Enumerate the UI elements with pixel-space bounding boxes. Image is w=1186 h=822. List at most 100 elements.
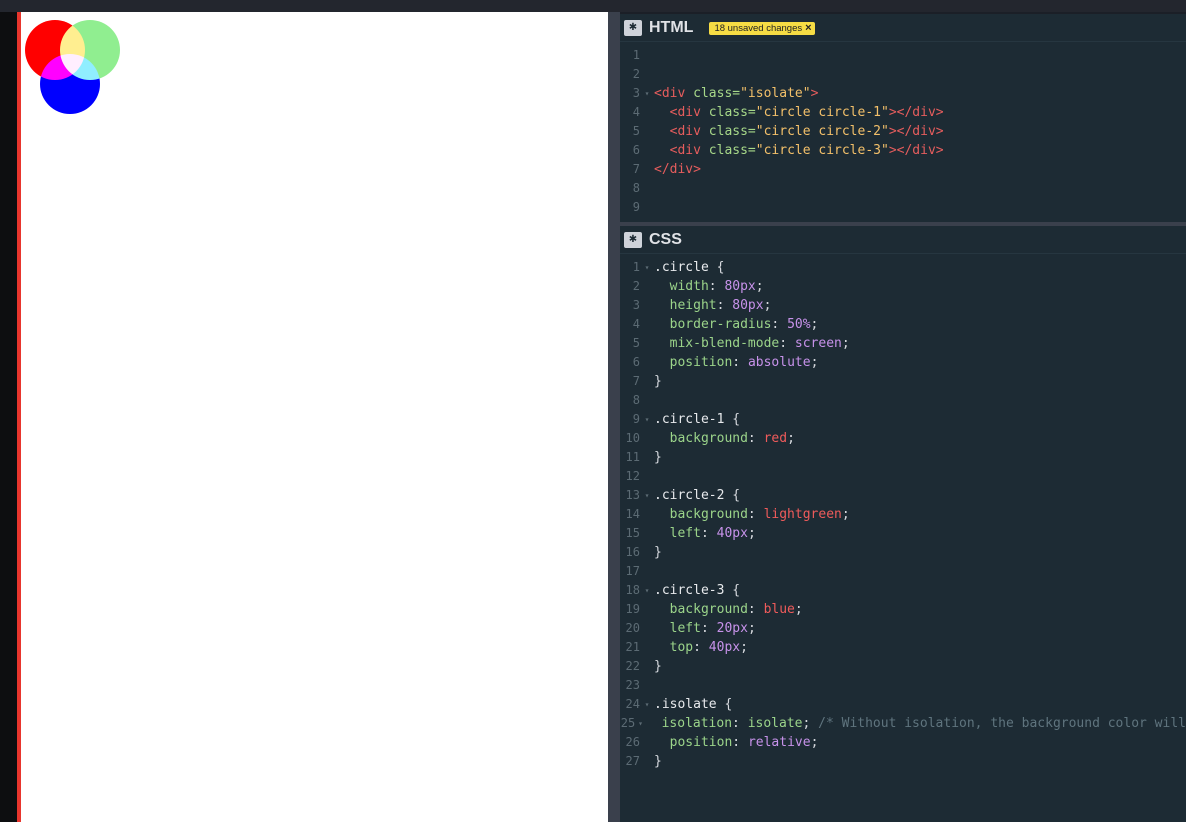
code-text: .circle-1 { — [654, 410, 740, 429]
code-token: left — [654, 621, 701, 636]
code-token: <div — [654, 86, 694, 101]
line-number: 8 — [632, 393, 640, 407]
code-token: class= — [693, 86, 741, 101]
code-line[interactable]: 6 <div class="circle circle-3"></div> — [620, 141, 1186, 160]
code-line[interactable]: 9 ▾ .circle-1 { — [620, 410, 1186, 429]
code-line[interactable]: 9 — [620, 198, 1186, 217]
code-token: { — [724, 697, 733, 712]
line-number: 12 — [625, 469, 640, 483]
code-line[interactable]: 12 — [620, 467, 1186, 486]
code-line[interactable]: 11} — [620, 448, 1186, 467]
code-line[interactable]: 7} — [620, 372, 1186, 391]
code-token: 40px — [716, 526, 748, 541]
code-line[interactable]: 22} — [620, 657, 1186, 676]
code-token: : — [716, 298, 733, 313]
fold-arrow-icon[interactable]: ▾ — [640, 258, 654, 277]
code-token: ; — [802, 716, 819, 731]
html-panel-header: ✱ HTML 18 unsaved changes × — [620, 14, 1186, 42]
css-editor-panel: ✱ CSS 1 ▾ .circle {2 width: 80px; 3 height:… — [620, 226, 1186, 822]
code-line[interactable]: 5 mix-blend-mode: screen; — [620, 334, 1186, 353]
code-line[interactable]: 1 — [620, 46, 1186, 65]
code-line[interactable]: 25 ▾ isolation: isolate; /* Without isola… — [620, 714, 1186, 733]
code-line[interactable]: 6 position: absolute; — [620, 353, 1186, 372]
code-token: class= — [708, 143, 756, 158]
code-line[interactable]: 5 <div class="circle circle-2"></div> — [620, 122, 1186, 141]
css-panel-header: ✱ CSS — [620, 226, 1186, 254]
code-token: > — [810, 86, 819, 101]
code-line[interactable]: 8 — [620, 179, 1186, 198]
fold-arrow-icon[interactable]: ▾ — [640, 410, 654, 429]
code-line[interactable]: 14 background: lightgreen; — [620, 505, 1186, 524]
code-line[interactable]: 18 ▾ .circle-3 { — [620, 581, 1186, 600]
line-number: 27 — [625, 754, 640, 768]
code-line[interactable]: 1 ▾ .circle { — [620, 258, 1186, 277]
fold-arrow-icon[interactable]: ▾ — [635, 714, 646, 733]
unsaved-changes-badge[interactable]: 18 unsaved changes × — [709, 21, 815, 35]
line-number: 7 — [632, 162, 640, 176]
code-text: <div class="circle circle-1"></div> — [654, 103, 944, 122]
line-number: 20 — [625, 621, 640, 635]
fold-arrow-icon[interactable]: ▾ — [640, 84, 654, 103]
code-token: } — [654, 450, 662, 465]
fold-arrow-icon[interactable]: ▾ — [640, 581, 654, 600]
code-line[interactable]: 10 background: red; — [620, 429, 1186, 448]
code-text: } — [654, 448, 662, 467]
code-token: <div — [669, 143, 709, 158]
code-line[interactable]: 8 — [620, 391, 1186, 410]
fold-arrow-icon[interactable]: ▾ — [640, 486, 654, 505]
code-text: </div> — [654, 160, 701, 179]
code-line[interactable]: 23 — [620, 676, 1186, 695]
code-text: position: relative; — [654, 733, 819, 752]
code-token: ></div> — [888, 143, 944, 158]
code-line[interactable]: 27} — [620, 752, 1186, 771]
gear-icon[interactable]: ✱ — [624, 232, 642, 248]
code-text: isolation: isolate; /* Without isolation… — [646, 714, 1186, 733]
code-line[interactable]: 2 width: 80px; — [620, 277, 1186, 296]
badge-text: 18 unsaved changes — [714, 22, 803, 34]
gear-icon[interactable]: ✱ — [624, 20, 642, 36]
code-token: ; — [755, 279, 764, 294]
line-number: 3 — [632, 86, 640, 100]
code-line[interactable]: 24 ▾ .isolate { — [620, 695, 1186, 714]
close-icon[interactable]: × — [805, 22, 811, 34]
code-line[interactable]: 15 left: 40px; — [620, 524, 1186, 543]
line-number: 24 — [625, 697, 640, 711]
code-token: .circle — [654, 260, 717, 275]
code-line[interactable]: 3 ▾ <div class="isolate"> — [620, 84, 1186, 103]
code-line[interactable]: 4 <div class="circle circle-1"></div> — [620, 103, 1186, 122]
html-editor-panel: ✱ HTML 18 unsaved changes × 1 2 3 ▾ <div cla… — [620, 14, 1186, 222]
code-token: ; — [747, 621, 756, 636]
code-line[interactable]: 3 height: 80px; — [620, 296, 1186, 315]
line-number: 21 — [625, 640, 640, 654]
resize-gutter[interactable] — [608, 12, 620, 822]
code-line[interactable]: 7 </div> — [620, 160, 1186, 179]
code-line[interactable]: 21 top: 40px; — [620, 638, 1186, 657]
fold-arrow-icon[interactable]: ▾ — [640, 695, 654, 714]
code-line[interactable]: 4 border-radius: 50%; — [620, 315, 1186, 334]
code-line[interactable]: 16} — [620, 543, 1186, 562]
code-line[interactable]: 17 — [620, 562, 1186, 581]
code-line[interactable]: 26 position: relative; — [620, 733, 1186, 752]
circle-blue — [40, 54, 100, 114]
line-number: 15 — [625, 526, 640, 540]
code-line[interactable]: 2 — [620, 65, 1186, 84]
html-code-editor[interactable]: 1 2 3 ▾ <div class="isolate"> 4 <div class="c… — [620, 42, 1186, 217]
code-token: ; — [810, 317, 819, 332]
line-number: 18 — [625, 583, 640, 597]
code-line[interactable]: 13 ▾ .circle-2 { — [620, 486, 1186, 505]
code-line[interactable]: 19 background: blue; — [620, 600, 1186, 619]
code-text: height: 80px; — [654, 296, 772, 315]
code-line[interactable]: 20 left: 20px; — [620, 619, 1186, 638]
line-number: 17 — [625, 564, 640, 578]
code-token: { — [716, 260, 725, 275]
css-code-editor[interactable]: 1 ▾ .circle {2 width: 80px; 3 height: 80px;… — [620, 254, 1186, 771]
code-token: : — [708, 279, 725, 294]
code-token: { — [732, 412, 741, 427]
